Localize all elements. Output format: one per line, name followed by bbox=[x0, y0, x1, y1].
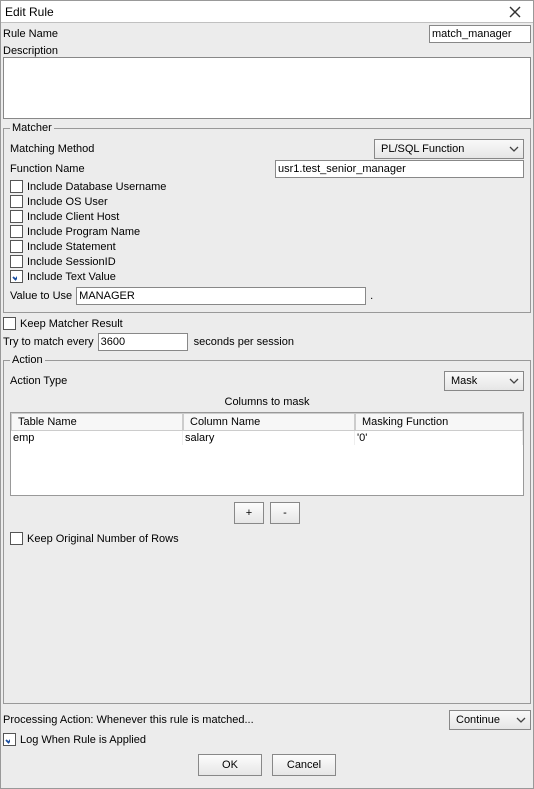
include-statement-checkbox[interactable] bbox=[10, 240, 23, 253]
matcher-fieldset: Matcher Matching Method PL/SQL Function … bbox=[3, 122, 531, 313]
close-icon[interactable] bbox=[501, 3, 529, 21]
cell-columnname: salary bbox=[183, 431, 355, 445]
rule-name-input[interactable] bbox=[429, 25, 531, 43]
columns-table: Table Name Column Name Masking Function … bbox=[10, 412, 524, 496]
edit-rule-dialog: Edit Rule Rule Name Description Matcher … bbox=[0, 0, 534, 789]
processing-action-select[interactable]: Continue bbox=[449, 710, 531, 730]
action-fieldset: Action Action Type Mask Columns to mask … bbox=[3, 354, 531, 704]
include-os-user-label: Include OS User bbox=[27, 196, 108, 208]
table-row[interactable]: emp salary '0' bbox=[11, 431, 523, 445]
include-text-value-label: Include Text Value bbox=[27, 271, 116, 283]
keep-matcher-result-row: Keep Matcher Result bbox=[3, 317, 531, 330]
cell-tablename: emp bbox=[11, 431, 183, 445]
keep-original-rows-checkbox[interactable] bbox=[10, 532, 23, 545]
rule-name-row: Rule Name bbox=[3, 25, 531, 43]
processing-action-value: Continue bbox=[456, 714, 510, 726]
include-os-user-checkbox[interactable] bbox=[10, 195, 23, 208]
value-to-use-input[interactable] bbox=[76, 287, 366, 305]
action-type-label: Action Type bbox=[10, 375, 67, 387]
include-db-username-checkbox[interactable] bbox=[10, 180, 23, 193]
log-applied-label: Log When Rule is Applied bbox=[20, 734, 146, 746]
cancel-button[interactable]: Cancel bbox=[272, 754, 336, 776]
dialog-footer: OK Cancel bbox=[3, 748, 531, 786]
add-row-button[interactable]: + bbox=[234, 502, 264, 524]
chevron-down-icon bbox=[516, 717, 526, 723]
rule-name-label: Rule Name bbox=[3, 28, 58, 40]
include-os-user-row: Include OS User bbox=[10, 195, 524, 208]
action-legend: Action bbox=[10, 354, 45, 366]
columns-heading: Columns to mask bbox=[10, 396, 524, 408]
include-client-host-label: Include Client Host bbox=[27, 211, 119, 223]
matching-method-row: Matching Method PL/SQL Function bbox=[10, 139, 524, 159]
keep-matcher-result-checkbox[interactable] bbox=[3, 317, 16, 330]
include-text-value-checkbox[interactable] bbox=[10, 270, 23, 283]
value-to-use-label: Value to Use bbox=[10, 290, 72, 302]
include-statement-row: Include Statement bbox=[10, 240, 524, 253]
include-client-host-checkbox[interactable] bbox=[10, 210, 23, 223]
try-match-suffix: seconds per session bbox=[194, 336, 294, 348]
keep-matcher-result-label: Keep Matcher Result bbox=[20, 318, 123, 330]
matching-method-select[interactable]: PL/SQL Function bbox=[374, 139, 524, 159]
titlebar: Edit Rule bbox=[1, 1, 533, 23]
include-db-username-label: Include Database Username bbox=[27, 181, 166, 193]
try-match-row: Try to match every seconds per session bbox=[3, 333, 531, 351]
include-client-host-row: Include Client Host bbox=[10, 210, 524, 223]
log-applied-checkbox[interactable] bbox=[3, 733, 16, 746]
value-to-use-suffix: . bbox=[370, 290, 373, 302]
keep-original-rows-label: Keep Original Number of Rows bbox=[27, 533, 179, 545]
include-program-name-checkbox[interactable] bbox=[10, 225, 23, 238]
value-to-use-row: Value to Use . bbox=[10, 287, 524, 305]
function-name-input[interactable] bbox=[275, 160, 524, 178]
action-type-row: Action Type Mask bbox=[10, 371, 524, 391]
log-applied-row: Log When Rule is Applied bbox=[3, 733, 531, 746]
include-sessionid-checkbox[interactable] bbox=[10, 255, 23, 268]
ok-button[interactable]: OK bbox=[198, 754, 262, 776]
action-type-select[interactable]: Mask bbox=[444, 371, 524, 391]
include-sessionid-label: Include SessionID bbox=[27, 256, 116, 268]
col-header-tablename[interactable]: Table Name bbox=[11, 413, 183, 431]
columns-table-header: Table Name Column Name Masking Function bbox=[11, 413, 523, 431]
matching-method-value: PL/SQL Function bbox=[381, 143, 503, 155]
table-btn-row: + - bbox=[10, 502, 524, 524]
window-title: Edit Rule bbox=[5, 5, 54, 19]
function-name-label: Function Name bbox=[10, 163, 275, 175]
col-header-columnname[interactable]: Column Name bbox=[183, 413, 355, 431]
include-text-value-row: Include Text Value bbox=[10, 270, 524, 283]
description-label: Description bbox=[3, 45, 58, 57]
include-program-name-row: Include Program Name bbox=[10, 225, 524, 238]
cell-maskingfunc: '0' bbox=[355, 431, 523, 445]
action-type-value: Mask bbox=[451, 375, 503, 387]
description-row: Description bbox=[3, 45, 531, 119]
description-input[interactable] bbox=[3, 57, 531, 119]
processing-action-row: Processing Action: Whenever this rule is… bbox=[3, 710, 531, 730]
remove-row-button[interactable]: - bbox=[270, 502, 300, 524]
try-match-prefix: Try to match every bbox=[3, 336, 94, 348]
include-db-username-row: Include Database Username bbox=[10, 180, 524, 193]
include-sessionid-row: Include SessionID bbox=[10, 255, 524, 268]
matching-method-label: Matching Method bbox=[10, 143, 94, 155]
col-header-maskingfunc[interactable]: Masking Function bbox=[355, 413, 523, 431]
chevron-down-icon bbox=[509, 146, 519, 152]
matcher-legend: Matcher bbox=[10, 122, 54, 134]
try-match-input[interactable] bbox=[98, 333, 188, 351]
keep-original-rows-row: Keep Original Number of Rows bbox=[10, 532, 524, 545]
processing-action-label: Processing Action: Whenever this rule is… bbox=[3, 714, 254, 726]
chevron-down-icon bbox=[509, 378, 519, 384]
include-program-name-label: Include Program Name bbox=[27, 226, 140, 238]
include-statement-label: Include Statement bbox=[27, 241, 116, 253]
function-name-row: Function Name bbox=[10, 160, 524, 178]
